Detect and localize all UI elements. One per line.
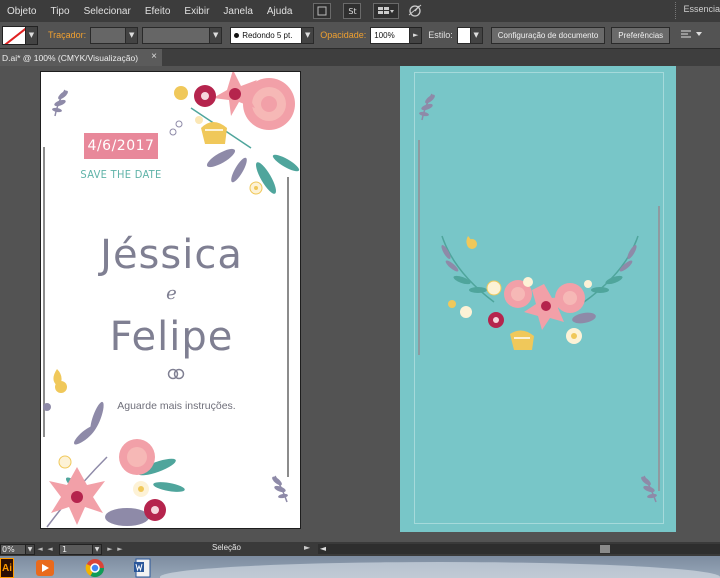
control-panel: ▼ Traçador: ▼ ▼ Redondo 5 pt. ▼ Opacidad… <box>0 22 720 49</box>
document-tab-title: D.ai* @ 100% (CMYK/Visualização) <box>2 52 139 63</box>
style-swatch[interactable] <box>456 26 471 44</box>
canvas-area[interactable]: 4/6/2017 SAVE THE DATE Jéssica e Felipe … <box>0 66 720 542</box>
zoom-input[interactable]: 0% <box>0 543 26 555</box>
brush-dot-icon <box>234 32 240 38</box>
menu-objeto[interactable]: Objeto <box>0 6 43 17</box>
chevron-down-icon[interactable]: ▼ <box>93 543 102 555</box>
floral-bottom-left-icon <box>43 369 185 528</box>
word-app-icon[interactable] <box>130 558 156 578</box>
last-artboard-icon[interactable]: ► <box>115 545 125 553</box>
opacity-input[interactable]: 100% <box>370 26 411 44</box>
menu-janela[interactable]: Janela <box>216 6 259 17</box>
arrange-documents-icon[interactable] <box>373 3 400 19</box>
stock-icon[interactable]: St <box>343 3 362 19</box>
menu-selecionar[interactable]: Selecionar <box>77 6 138 17</box>
menu-ajuda[interactable]: Ajuda <box>260 6 300 17</box>
previous-artboard-icon[interactable]: ◄ <box>45 545 55 553</box>
variable-width-field[interactable] <box>142 26 211 44</box>
names-connector: e <box>166 283 177 304</box>
bridge-icon[interactable] <box>313 3 332 19</box>
chevron-down-icon[interactable]: ▼ <box>302 26 315 44</box>
close-icon[interactable]: × <box>151 51 157 62</box>
workspace-switcher[interactable]: Essencia <box>683 4 720 14</box>
media-player-icon[interactable] <box>32 558 58 578</box>
toolbar-grip[interactable] <box>675 2 678 19</box>
lavender-sprig-icon <box>52 89 68 117</box>
panel-menu-icon[interactable] <box>680 29 704 42</box>
chevron-down-icon[interactable]: ▼ <box>26 25 38 45</box>
horizontal-scrollbar[interactable]: ◄ <box>318 544 720 554</box>
artboard-number-input[interactable]: 1 <box>59 543 93 555</box>
wedding-date: 4/6/2017 <box>84 133 158 159</box>
menu-exibir[interactable]: Exibir <box>177 6 216 17</box>
lavender-sprig-icon <box>641 475 657 503</box>
lavender-sprig-icon <box>419 93 435 121</box>
scroll-left-icon[interactable]: ◄ <box>318 544 328 554</box>
floral-top-right-icon <box>169 72 300 195</box>
menu-bar: Objeto Tipo Selecionar Efeito Exibir Jan… <box>0 0 720 22</box>
brush-definition-select[interactable]: Redondo 5 pt. <box>230 26 303 44</box>
scrollbar-thumb[interactable] <box>600 545 610 553</box>
preferences-button[interactable]: Preferências <box>611 26 671 44</box>
decorative-line <box>418 140 420 355</box>
opacity-label[interactable]: Opacidade: <box>320 30 366 40</box>
save-the-date-heading: SAVE THE DATE <box>80 168 162 181</box>
document-setup-button[interactable]: Configuração de documento <box>490 26 606 44</box>
chevron-right-icon[interactable]: ► <box>410 26 423 44</box>
chevron-right-icon[interactable]: ► <box>304 543 310 552</box>
chevron-down-icon[interactable]: ▼ <box>26 543 35 555</box>
floral-wreath-icon <box>441 235 639 350</box>
status-bar: 0% ▼ ◄ ◄ 1 ▼ ► ► Seleção ► ◄ <box>0 542 720 556</box>
gpu-performance-icon[interactable] <box>407 3 423 20</box>
stroke-swatch[interactable] <box>2 25 26 45</box>
chevron-down-icon[interactable]: ▼ <box>470 26 483 44</box>
illustrator-app-icon[interactable]: Ai <box>0 558 14 578</box>
current-tool-status[interactable]: Seleção <box>212 543 241 552</box>
document-tab[interactable]: D.ai* @ 100% (CMYK/Visualização) × <box>0 49 162 66</box>
desktop-wallpaper <box>160 562 720 578</box>
os-taskbar: Ai <box>0 556 720 578</box>
menu-tipo[interactable]: Tipo <box>43 6 76 17</box>
stroke-weight-field[interactable] <box>90 26 127 44</box>
groom-name: Felipe <box>109 314 234 360</box>
style-label: Estilo: <box>428 30 453 40</box>
first-artboard-icon[interactable]: ◄ <box>35 545 45 553</box>
next-artboard-icon[interactable]: ► <box>105 545 115 553</box>
menu-efeito[interactable]: Efeito <box>138 6 178 17</box>
stroke-label[interactable]: Traçador: <box>48 30 86 40</box>
decorative-line <box>658 206 660 491</box>
artboard-back[interactable] <box>400 66 676 532</box>
chrome-app-icon[interactable] <box>82 558 108 578</box>
chevron-down-icon[interactable]: ▼ <box>210 26 223 44</box>
brush-name: Redondo 5 pt. <box>242 30 293 40</box>
chevron-down-icon[interactable]: ▼ <box>126 26 139 44</box>
artboard-save-the-date[interactable]: 4/6/2017 SAVE THE DATE Jéssica e Felipe … <box>40 71 301 529</box>
bride-name: Jéssica <box>100 232 243 278</box>
lavender-sprig-icon <box>272 475 288 503</box>
document-tab-bar: D.ai* @ 100% (CMYK/Visualização) × <box>0 49 720 66</box>
